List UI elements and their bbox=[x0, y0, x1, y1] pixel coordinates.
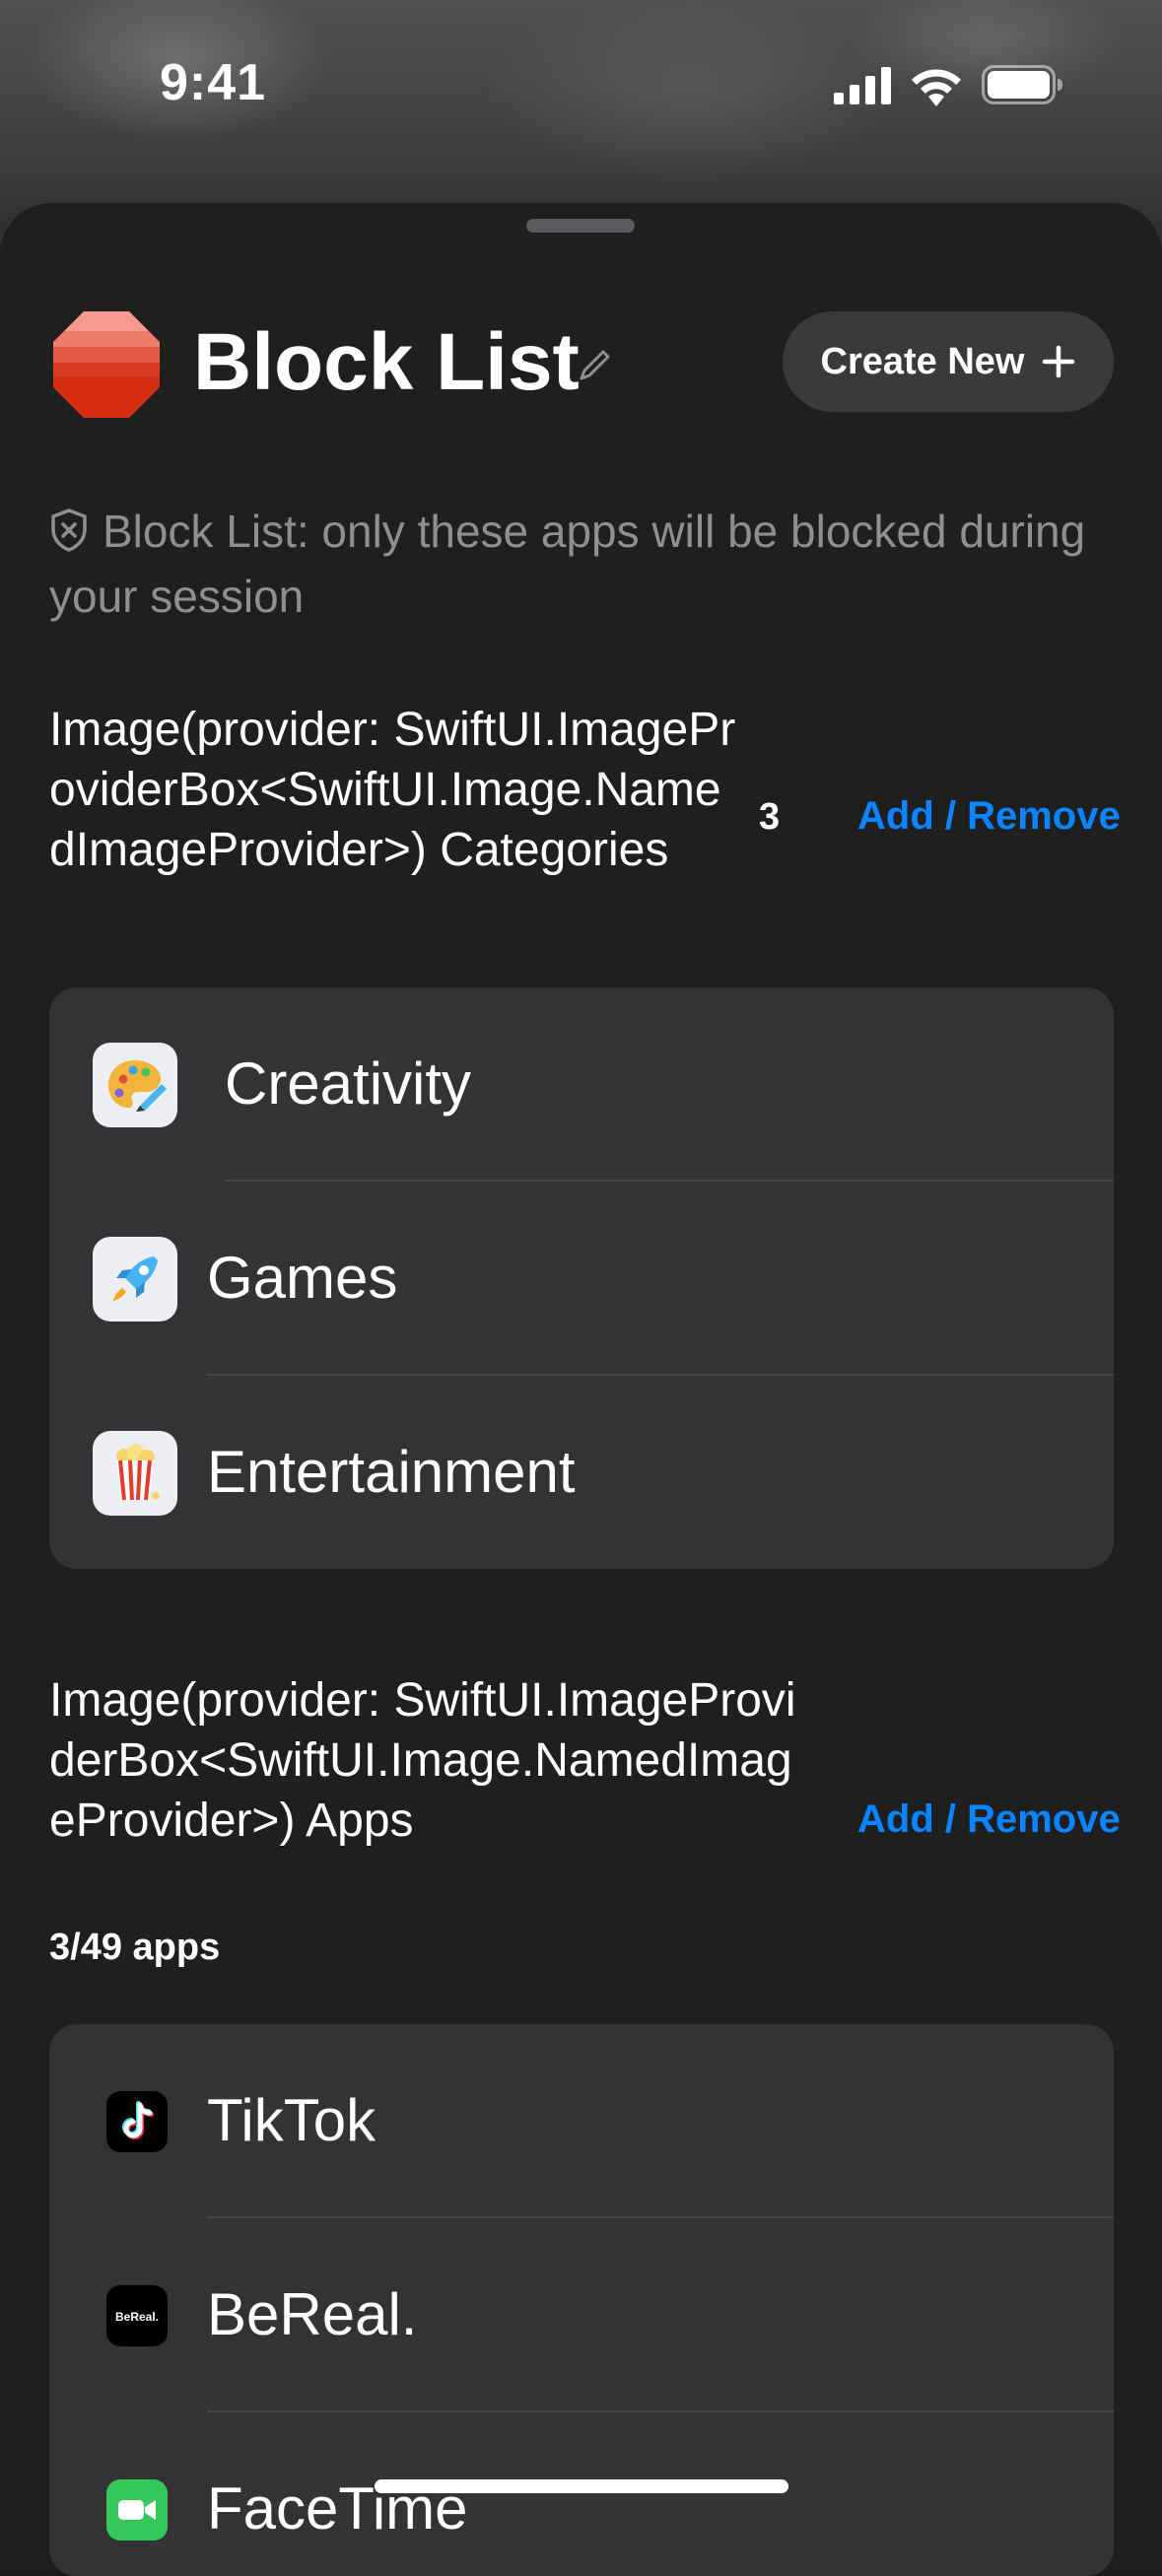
category-label: Entertainment bbox=[207, 1439, 576, 1505]
sheet-grabber[interactable] bbox=[526, 219, 635, 233]
app-row-bereal[interactable]: BeReal. BeReal. bbox=[49, 2218, 1114, 2412]
bereal-icon: BeReal. bbox=[106, 2285, 168, 2346]
status-time: 9:41 bbox=[160, 54, 267, 111]
categories-add-remove-link[interactable]: Add / Remove bbox=[857, 794, 1121, 839]
popcorn-icon bbox=[93, 1431, 177, 1516]
category-label: Games bbox=[207, 1245, 398, 1311]
shield-x-icon bbox=[51, 508, 87, 552]
battery-icon bbox=[982, 65, 1062, 104]
categories-list: Creativity Games Entertainment bbox=[49, 987, 1114, 1569]
categories-count: 3 bbox=[759, 796, 781, 838]
app-label: BeReal. bbox=[207, 2281, 418, 2347]
stop-sign-icon bbox=[53, 311, 160, 418]
category-row-entertainment[interactable]: Entertainment bbox=[49, 1376, 1114, 1569]
categories-section-title: Image(provider: SwiftUI.ImageProviderBox… bbox=[49, 704, 736, 876]
info-text: Block List: only these apps will be bloc… bbox=[49, 499, 1114, 629]
create-new-button[interactable]: Create New bbox=[783, 311, 1114, 412]
tiktok-icon bbox=[106, 2091, 168, 2152]
app-row-tiktok[interactable]: TikTok bbox=[49, 2024, 1114, 2218]
apps-add-remove-link[interactable]: Add / Remove bbox=[857, 1797, 1121, 1842]
status-bar: 9:41 bbox=[0, 0, 1162, 168]
category-row-games[interactable]: Games bbox=[49, 1182, 1114, 1376]
apps-count: 3/49 apps bbox=[49, 1927, 221, 1968]
apps-section-title: Image(provider: SwiftUI.ImageProviderBox… bbox=[49, 1674, 796, 1847]
pencil-icon[interactable] bbox=[576, 345, 615, 384]
apps-list: TikTok BeReal. BeReal. FaceTime bbox=[49, 2024, 1114, 2576]
create-new-label: Create New bbox=[820, 340, 1025, 382]
category-label: Creativity bbox=[225, 1051, 472, 1117]
bereal-icon-text: BeReal. bbox=[115, 2310, 159, 2324]
info-label: Block List: only these apps will be bloc… bbox=[49, 506, 1086, 622]
wifi-icon bbox=[912, 69, 961, 106]
app-row-facetime[interactable]: FaceTime bbox=[49, 2412, 1114, 2576]
facetime-icon bbox=[106, 2479, 168, 2541]
rocket-icon bbox=[93, 1237, 177, 1322]
home-indicator bbox=[375, 2479, 788, 2493]
plus-icon bbox=[1043, 345, 1075, 378]
app-label: TikTok bbox=[207, 2087, 376, 2153]
cellular-signal-icon bbox=[834, 67, 891, 104]
category-row-creativity[interactable]: Creativity bbox=[49, 987, 1114, 1182]
palette-icon bbox=[93, 1043, 177, 1127]
page-title: Block List bbox=[193, 317, 580, 407]
